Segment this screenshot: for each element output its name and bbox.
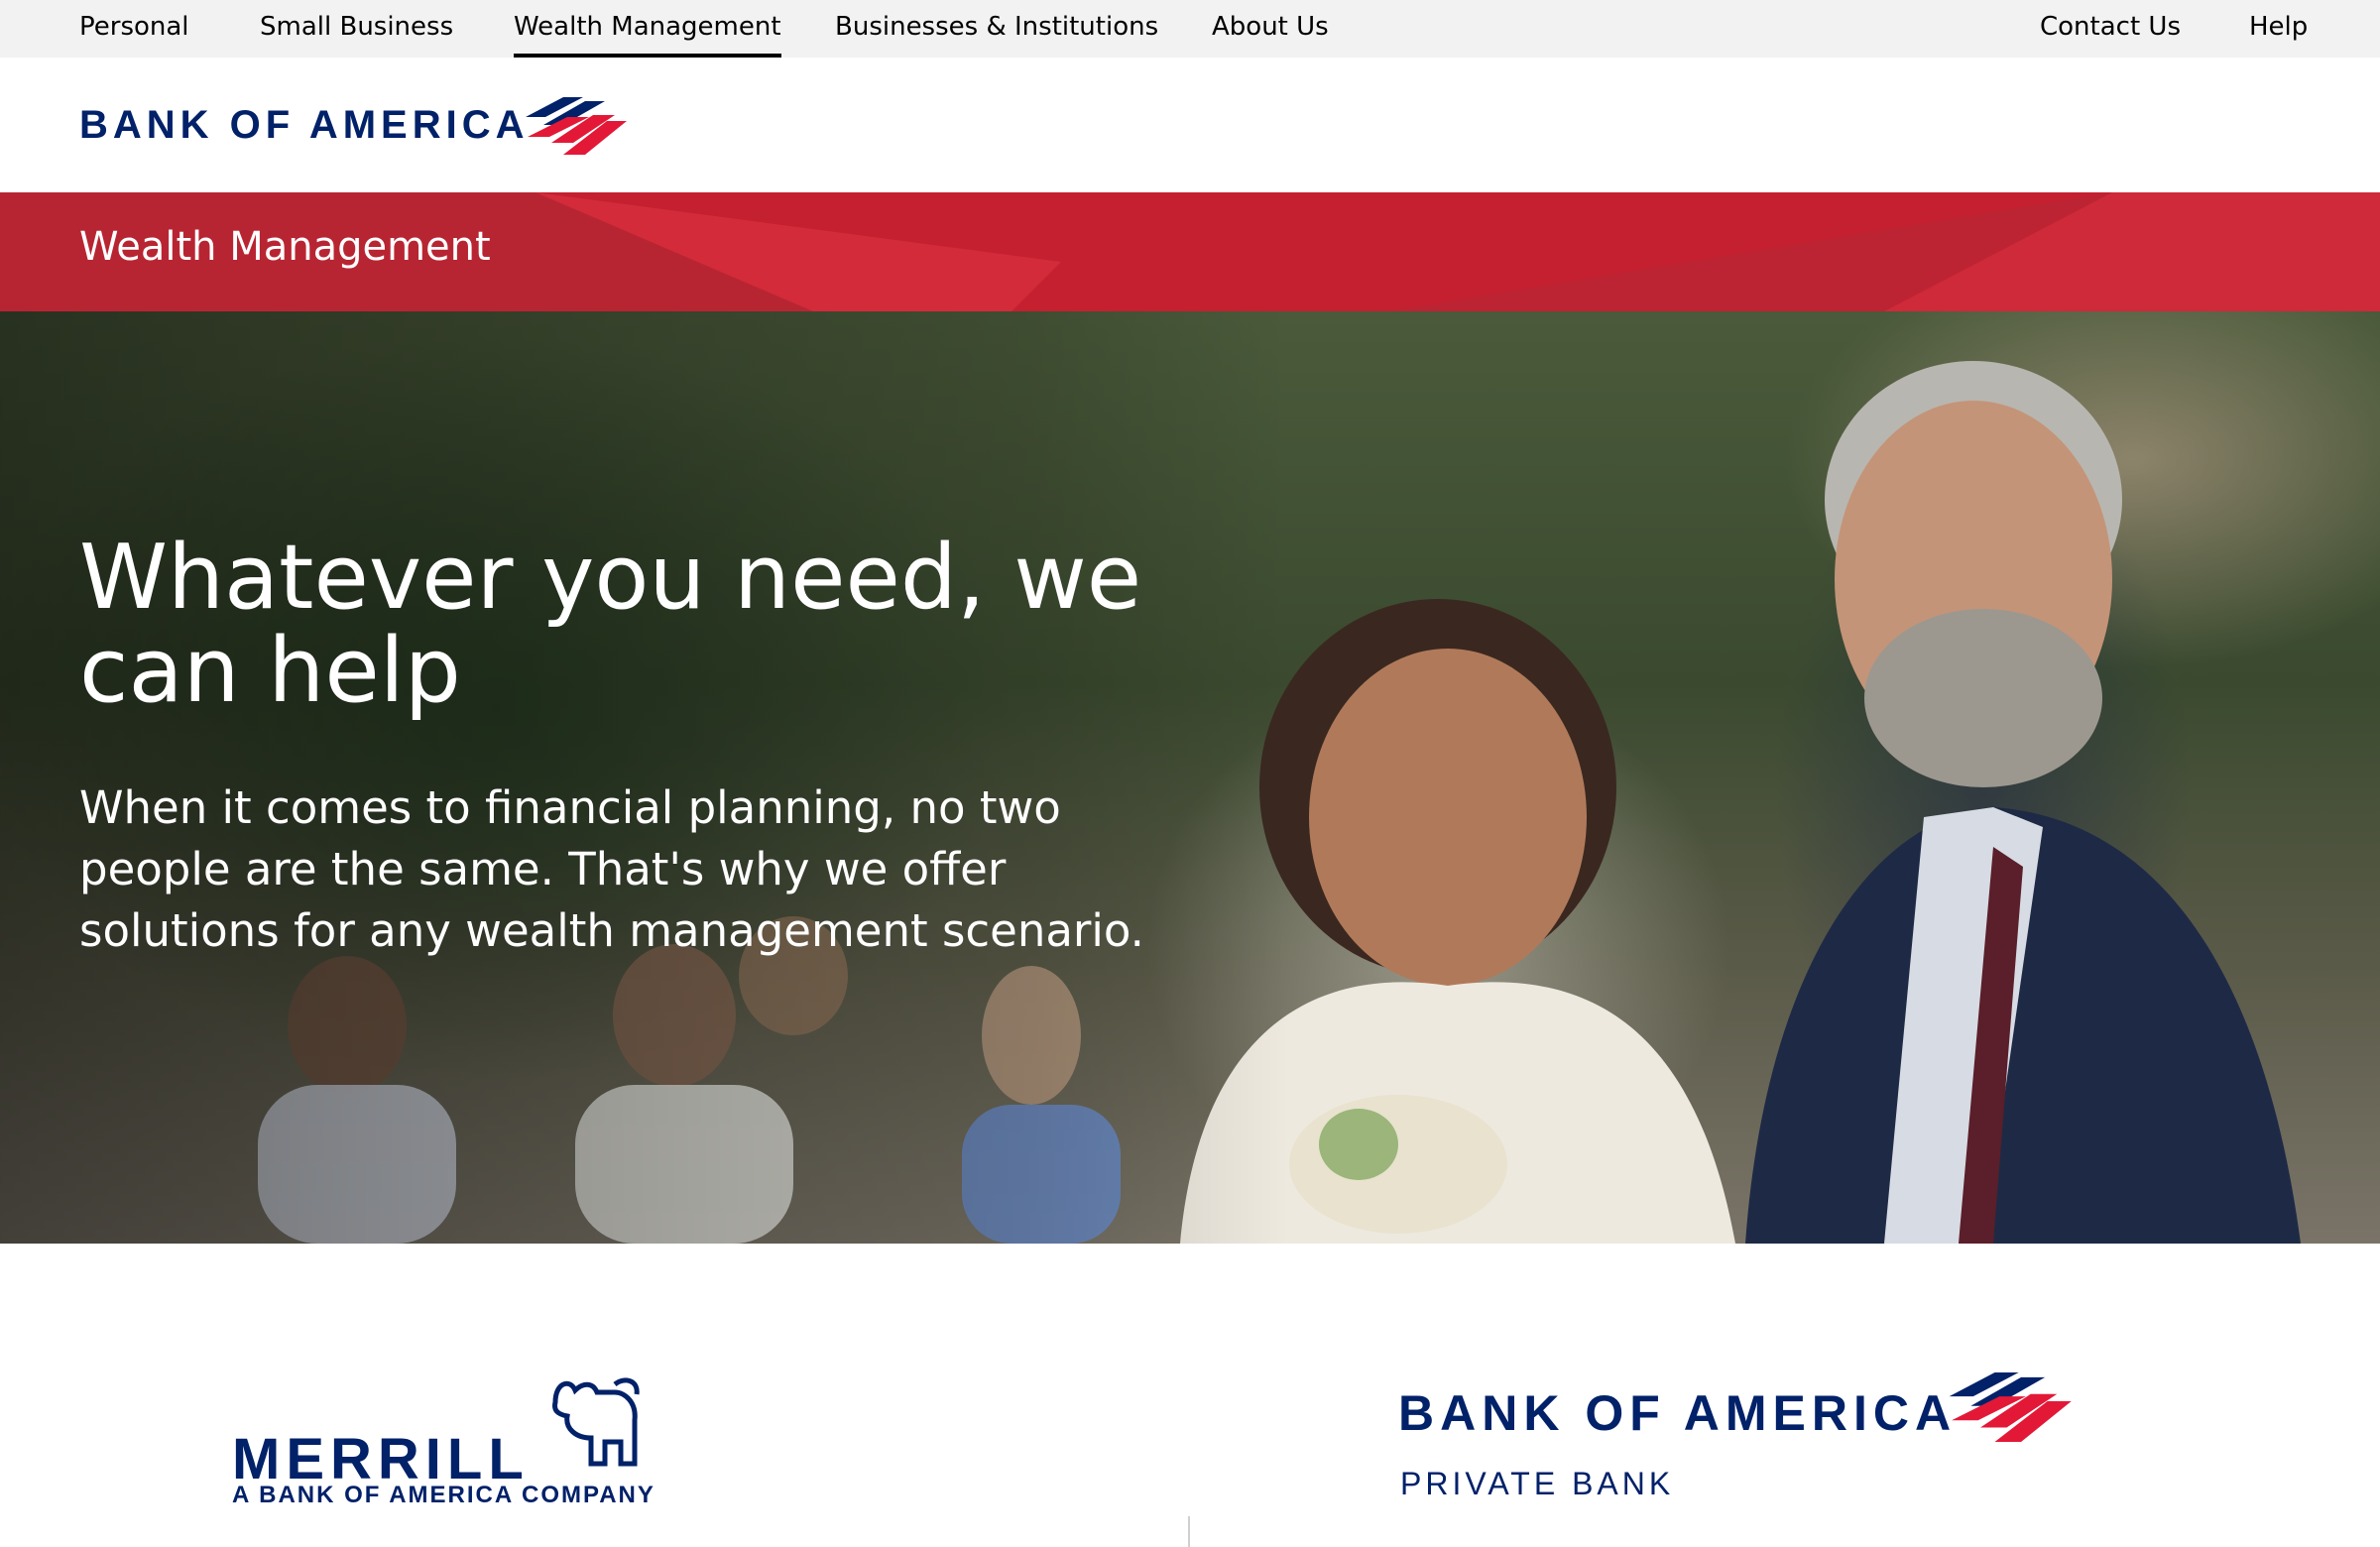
hero-banner: Whatever you need, we can help When it c… bbox=[0, 311, 2380, 1244]
site-header: BANK OF AMERICA bbox=[0, 58, 2380, 192]
top-navigation: Personal Small Business Wealth Managemen… bbox=[0, 0, 2380, 58]
merrill-logo-link[interactable]: MERRILL A BANK OF AMERICA COMPANY bbox=[230, 1372, 686, 1511]
hero-heading: Whatever you need, we can help bbox=[79, 526, 1142, 723]
bank-of-america-flag-icon bbox=[1949, 1372, 2072, 1442]
merrill-bull-icon bbox=[552, 1377, 640, 1467]
logo-wordmark: BANK OF AMERICA bbox=[79, 103, 530, 147]
nav-small-business[interactable]: Small Business bbox=[260, 0, 453, 58]
brand-logos: MERRILL A BANK OF AMERICA COMPANY BANK O… bbox=[0, 1244, 2380, 1547]
logo-divider bbox=[1188, 1516, 1190, 1547]
nav-about-us[interactable]: About Us bbox=[1212, 0, 1329, 58]
nav-contact-us[interactable]: Contact Us bbox=[2040, 0, 2181, 58]
nav-wealth-management[interactable]: Wealth Management bbox=[514, 0, 781, 58]
bank-of-america-logo[interactable]: BANK OF AMERICA bbox=[79, 97, 635, 157]
nav-personal[interactable]: Personal bbox=[79, 0, 189, 58]
bank-of-america-flag-icon bbox=[526, 97, 627, 155]
private-bank-logo-link[interactable]: BANK OF AMERICA PRIVATE BANK bbox=[1398, 1372, 2092, 1511]
hero-man bbox=[1745, 361, 2301, 1244]
hero-body: When it comes to financial planning, no … bbox=[79, 781, 1144, 957]
section-title: Wealth Management bbox=[79, 224, 491, 270]
nav-businesses-institutions[interactable]: Businesses & Institutions bbox=[835, 0, 1158, 58]
nav-help[interactable]: Help bbox=[2249, 0, 2308, 58]
private-bank-tagline: PRIVATE BANK bbox=[1400, 1466, 1675, 1501]
merrill-tagline: A BANK OF AMERICA COMPANY bbox=[232, 1482, 655, 1508]
section-band: Wealth Management bbox=[0, 192, 2380, 311]
private-bank-wordmark: BANK OF AMERICA bbox=[1398, 1385, 1958, 1441]
